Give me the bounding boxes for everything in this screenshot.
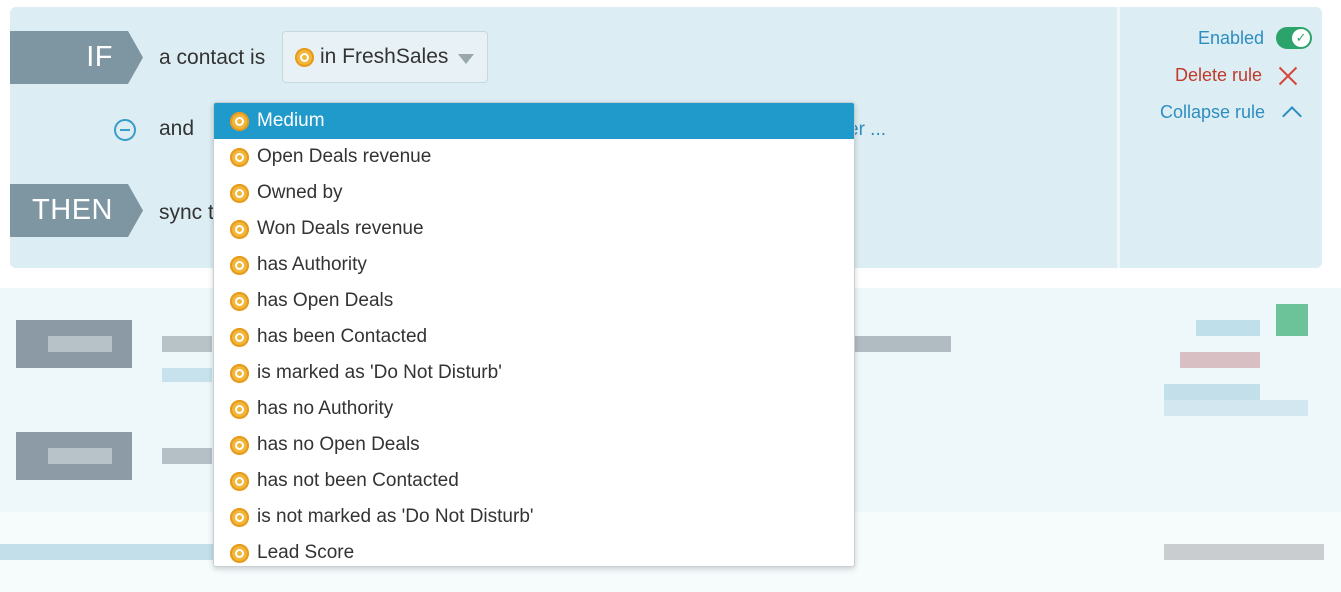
dropdown-item-label: is marked as 'Do Not Disturb': [257, 362, 502, 383]
enabled-label: Enabled: [1198, 27, 1265, 48]
freshsales-icon: [230, 327, 249, 347]
dropdown-item-marked-do-not-disturb[interactable]: is marked as 'Do Not Disturb': [214, 355, 854, 391]
enabled-toggle-control[interactable]: Enabled ✓: [1198, 27, 1313, 49]
source-select-value: in FreshSales: [320, 45, 449, 68]
dropdown-item-has-no-open-deals[interactable]: has no Open Deals: [214, 427, 854, 463]
sync-text: sync t: [159, 201, 214, 224]
freshsales-icon: [230, 543, 249, 563]
and-text: and: [159, 117, 195, 140]
remove-condition-icon[interactable]: [114, 119, 136, 141]
source-select[interactable]: in FreshSales: [282, 31, 488, 83]
freshsales-icon: [230, 399, 249, 419]
collapse-rule-label: Collapse rule: [1160, 101, 1266, 122]
enabled-toggle[interactable]: ✓: [1276, 27, 1313, 49]
close-icon: [1278, 66, 1298, 86]
dropdown-item-has-open-deals[interactable]: has Open Deals: [214, 283, 854, 319]
freshsales-icon: [230, 255, 249, 275]
panel-divider: [1117, 7, 1120, 268]
dropdown-item-label: has been Contacted: [257, 326, 428, 347]
dropdown-item-label: is not marked as 'Do Not Disturb': [257, 506, 534, 527]
dropdown-item-has-not-been-contacted[interactable]: has not been Contacted: [214, 463, 854, 499]
freshsales-icon: [230, 183, 249, 203]
delete-rule-button[interactable]: Delete rule: [1175, 65, 1298, 86]
dropdown-item-label: has no Authority: [257, 398, 394, 419]
contact-condition-text: a contact is: [159, 46, 266, 69]
dropdown-item-has-authority[interactable]: has Authority: [214, 247, 854, 283]
delete-rule-label: Delete rule: [1175, 65, 1263, 85]
freshsales-icon: [230, 507, 249, 527]
chevron-up-icon: [1282, 106, 1302, 126]
caret-down-icon: [458, 54, 474, 64]
dropdown-item-label: Owned by: [257, 182, 343, 203]
freshsales-icon: [230, 471, 249, 491]
dropdown-item-open-deals-revenue[interactable]: Open Deals revenue: [214, 139, 854, 175]
freshsales-icon: [230, 219, 249, 239]
freshsales-icon: [230, 111, 249, 131]
freshsales-icon: [295, 47, 314, 67]
dropdown-item-medium[interactable]: Medium: [214, 103, 854, 139]
then-label: THEN: [10, 184, 143, 237]
condition-dropdown[interactable]: Medium Open Deals revenue Owned by Won D…: [213, 102, 855, 567]
freshsales-icon: [230, 291, 249, 311]
dropdown-item-label: Open Deals revenue: [257, 146, 432, 167]
dropdown-item-label: Won Deals revenue: [257, 218, 424, 239]
check-icon: ✓: [1292, 29, 1311, 47]
if-label: IF: [10, 31, 143, 84]
dropdown-item-label: has Authority: [257, 254, 367, 275]
dropdown-item-not-marked-do-not-disturb[interactable]: is not marked as 'Do Not Disturb': [214, 499, 854, 535]
dropdown-item-label: has not been Contacted: [257, 470, 459, 491]
collapse-rule-button[interactable]: Collapse rule: [1160, 101, 1302, 126]
dropdown-item-label: has Open Deals: [257, 290, 394, 311]
freshsales-icon: [230, 147, 249, 167]
dropdown-item-lead-score[interactable]: Lead Score: [214, 535, 854, 566]
dropdown-item-owned-by[interactable]: Owned by: [214, 175, 854, 211]
dropdown-item-label: Lead Score: [257, 542, 355, 563]
dropdown-item-has-no-authority[interactable]: has no Authority: [214, 391, 854, 427]
dropdown-item-label: Medium: [257, 110, 325, 131]
freshsales-icon: [230, 363, 249, 383]
dropdown-item-has-been-contacted[interactable]: has been Contacted: [214, 319, 854, 355]
freshsales-icon: [230, 435, 249, 455]
dropdown-item-won-deals-revenue[interactable]: Won Deals revenue: [214, 211, 854, 247]
dropdown-item-label: has no Open Deals: [257, 434, 420, 455]
